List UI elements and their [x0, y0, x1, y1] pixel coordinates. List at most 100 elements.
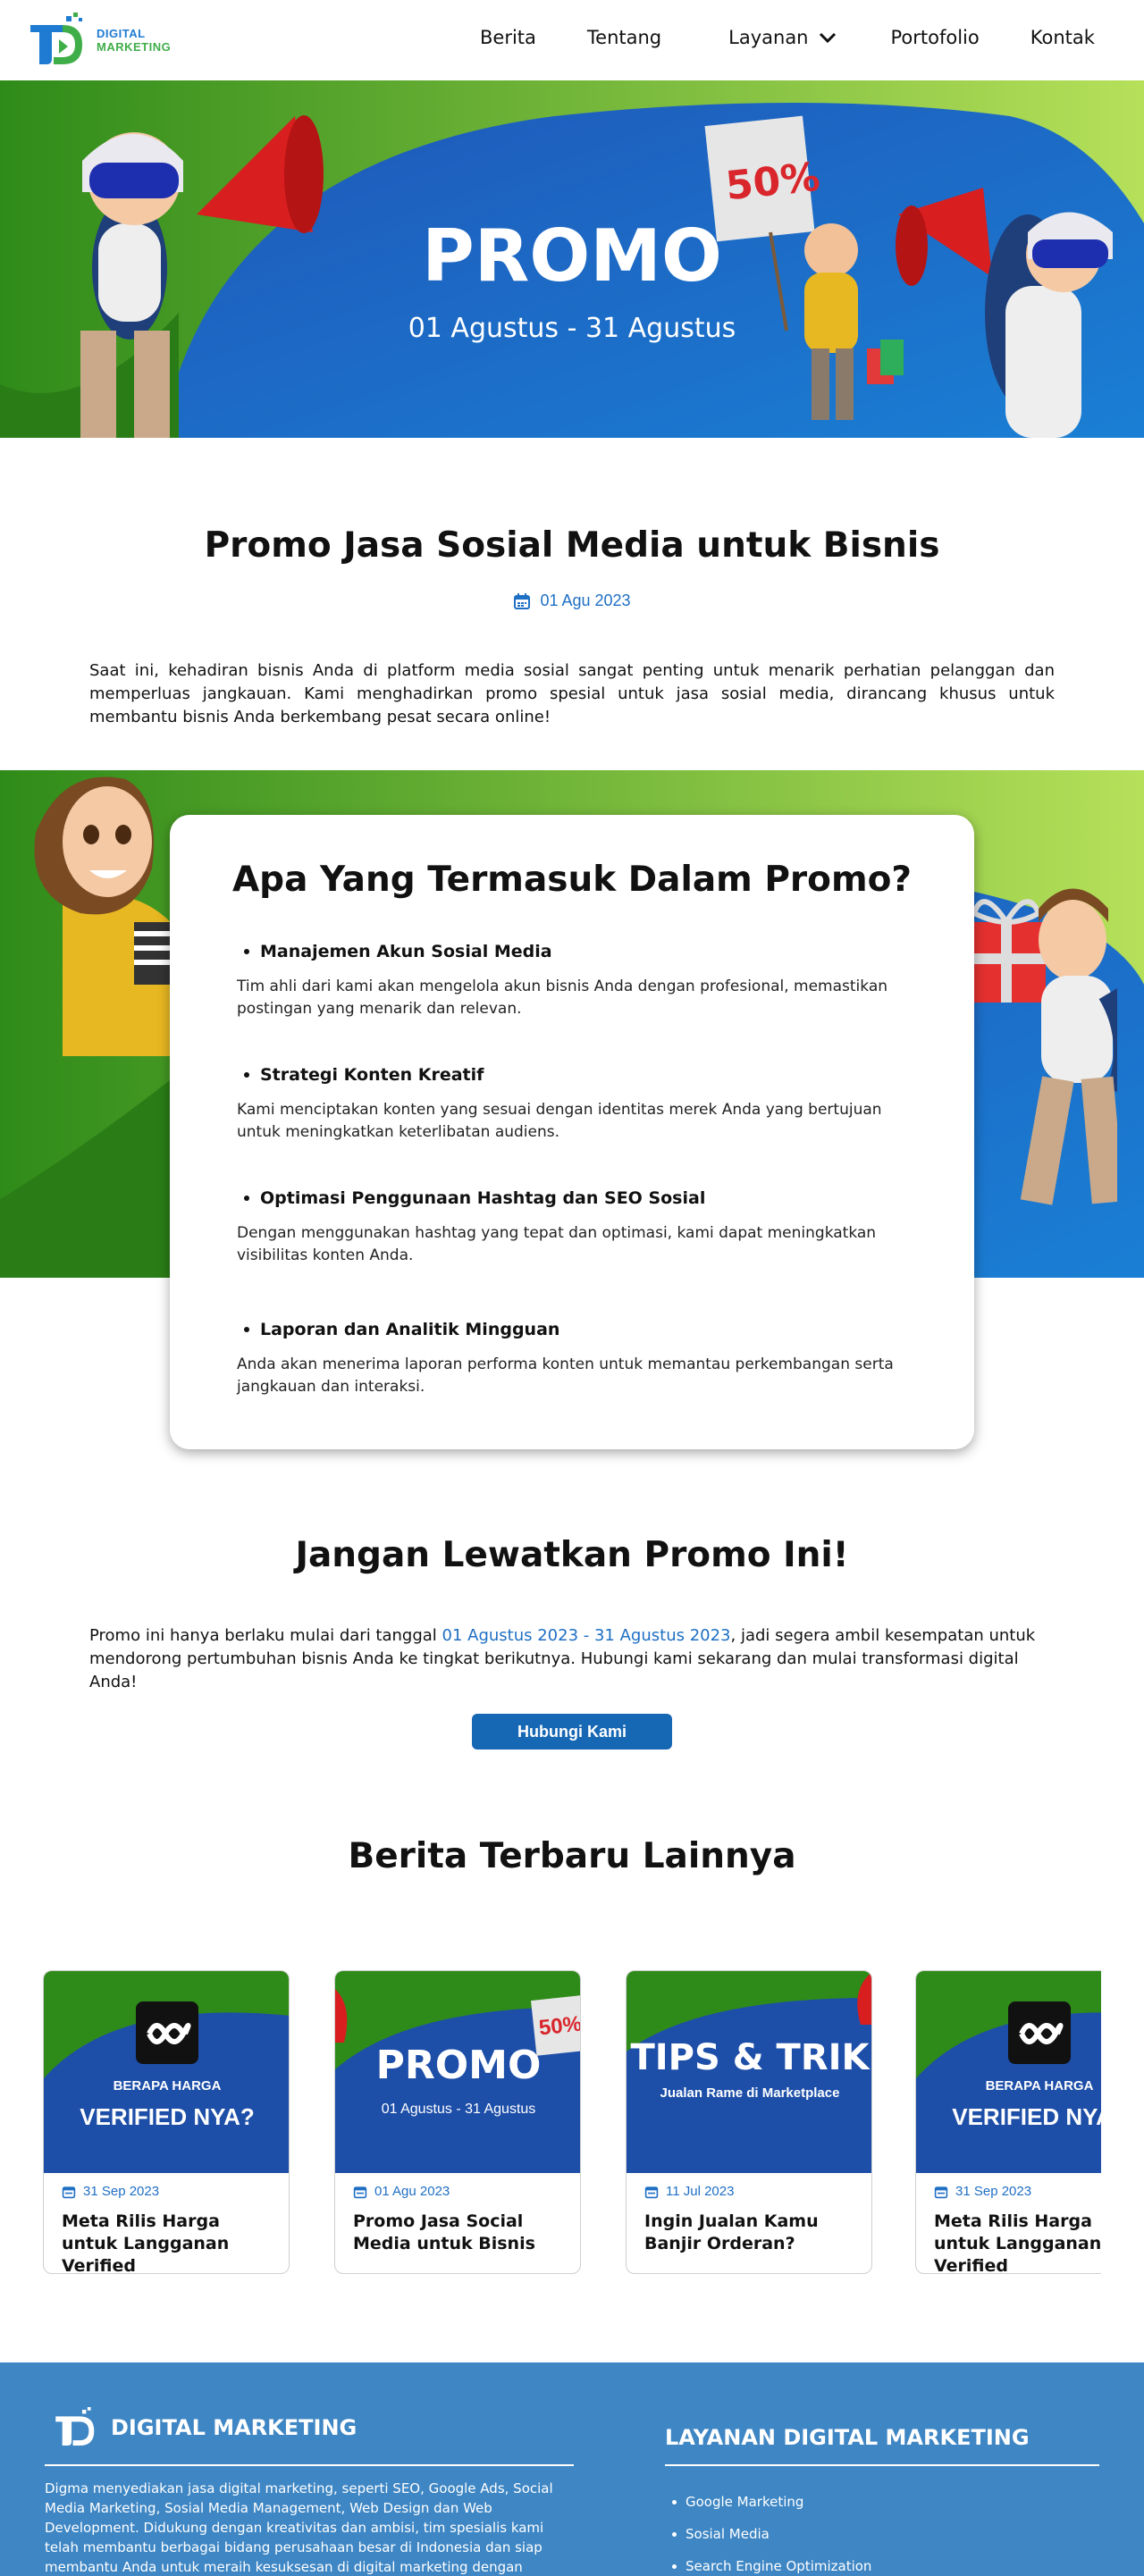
news-card[interactable]: BERAPA HARGA VERIFIED NYA? 31 Sep 2023 M…: [915, 1970, 1101, 2274]
article-date: 01 Agu 2023: [0, 592, 1144, 610]
news-thumbnail: 50% PROMO 01 Agustus - 31 Agustus: [335, 1971, 581, 2173]
article-intro: Saat ini, kehadiran bisnis Anda di platf…: [89, 661, 1055, 726]
promo-card: Apa Yang Termasuk Dalam Promo? Manajemen…: [170, 815, 974, 1449]
news-card[interactable]: BERAPA HARGA VERIFIED NYA? 31 Sep 2023 M…: [43, 1970, 290, 2274]
footer-service-link[interactable]: Sosial Media: [672, 2518, 871, 2550]
bullet-icon: [244, 1196, 249, 1201]
news-thumb-bg: [916, 1971, 1101, 2173]
feature-heading: Manajemen Akun Sosial Media: [244, 942, 898, 961]
hero-title: PROMO: [422, 214, 722, 298]
calendar-icon: [353, 2186, 367, 2198]
footer-divider: [45, 2464, 574, 2466]
bullet-icon: [244, 1327, 249, 1332]
feature-heading-text: Optimasi Penggunaan Hashtag dan SEO Sosi…: [260, 1188, 706, 1208]
news-thumbnail: BERAPA HARGA VERIFIED NYA?: [44, 1971, 289, 2173]
news-headline: Meta Rilis Harga untuk Langganan Verifie…: [62, 2211, 230, 2274]
bullet-icon: [672, 2563, 677, 2569]
news-thumb-big: VERIFIED NYA?: [80, 2103, 255, 2130]
feature-heading: Strategi Konten Kreatif: [244, 1065, 898, 1085]
news-thumb-sign: 50%: [537, 2011, 581, 2041]
footer-brand: DIGITAL MARKETING: [111, 2415, 358, 2440]
nav-berita[interactable]: Berita: [480, 27, 536, 48]
footer-service-label: Sosial Media: [686, 2526, 770, 2542]
feature-item: Manajemen Akun Sosial Media Tim ahli dar…: [237, 942, 898, 1020]
news-date: 31 Sep 2023: [934, 2184, 1031, 2199]
news-date: 11 Jul 2023: [644, 2184, 734, 2199]
cta-text: Promo ini hanya berlaku mulai dari tangg…: [89, 1624, 1055, 1694]
feature-heading-text: Manajemen Akun Sosial Media: [260, 942, 552, 961]
logo-text: DIGITAL MARKETING: [97, 27, 171, 54]
nav-layanan-label: Layanan: [728, 27, 809, 48]
news-thumbnail: BERAPA HARGA VERIFIED NYA?: [916, 1971, 1101, 2173]
cta-date-range: 01 Agustus 2023 - 31 Agustus 2023: [442, 1626, 731, 1645]
bullet-icon: [244, 1072, 249, 1078]
nav-layanan[interactable]: Layanan: [728, 27, 837, 48]
bullet-icon: [244, 949, 249, 954]
hero-banner: 50% PROMO 01 Agustus - 31 Agustus: [0, 80, 1144, 438]
chevron-down-icon: [819, 32, 836, 44]
site-logo[interactable]: DIGITAL MARKETING: [27, 13, 171, 68]
feature-heading: Optimasi Penggunaan Hashtag dan SEO Sosi…: [244, 1188, 898, 1208]
feature-heading: Laporan dan Analitik Mingguan: [244, 1320, 898, 1339]
news-thumb-small: 01 Agustus - 31 Agustus: [381, 2102, 536, 2117]
logo-icon: [30, 13, 82, 64]
footer-service-link[interactable]: Google Marketing: [672, 2486, 871, 2518]
bullet-icon: [672, 2499, 677, 2505]
feature-item: Strategi Konten Kreatif Kami menciptakan…: [237, 1065, 898, 1144]
footer-services-heading: LAYANAN DIGITAL MARKETING: [665, 2425, 1030, 2450]
footer-description: Digma menyediakan jasa digital marketing…: [45, 2480, 553, 2575]
footer-service-link[interactable]: Search Engine Optimization: [672, 2550, 871, 2576]
nav-tentang[interactable]: Tentang: [587, 27, 661, 48]
news-headline: Meta Rilis Harga untuk Langganan Verifie…: [934, 2211, 1101, 2274]
news-card[interactable]: 50% PROMO 01 Agustus - 31 Agustus 01 Agu…: [334, 1970, 581, 2274]
article-title: Promo Jasa Sosial Media untuk Bisnis: [204, 525, 940, 566]
footer-logo[interactable]: DIGITAL MARKETING: [52, 2407, 357, 2448]
news-date-text: 31 Sep 2023: [955, 2184, 1032, 2199]
feature-item: Laporan dan Analitik Mingguan Anda akan …: [237, 1320, 898, 1398]
feature-text: Anda akan menerima laporan performa kont…: [237, 1355, 894, 1396]
main-menu: Berita Tentang Layanan Portofolio Kontak: [480, 27, 1095, 48]
top-navbar: DIGITAL MARKETING Berita Tentang Layanan…: [0, 0, 1144, 80]
feature-heading-text: Strategi Konten Kreatif: [260, 1065, 484, 1085]
nav-kontak[interactable]: Kontak: [1030, 27, 1095, 48]
promo-card-title: Apa Yang Termasuk Dalam Promo?: [231, 860, 913, 900]
news-thumb-small: BERAPA HARGA: [985, 2078, 1094, 2094]
news-thumbnail: TIPS & TRIK Jualan Rame di Marketplace: [627, 1971, 871, 2173]
news-thumb-big: PROMO: [375, 2043, 542, 2088]
calendar-icon: [514, 592, 531, 609]
hero-subtitle: 01 Agustus - 31 Agustus: [408, 313, 736, 344]
news-carousel: BERAPA HARGA VERIFIED NYA? 31 Sep 2023 M…: [43, 1970, 1101, 2274]
news-date-text: 31 Sep 2023: [83, 2184, 160, 2199]
logo-line2: MARKETING: [97, 40, 172, 54]
news-thumb-big: TIPS & TRIK: [630, 2037, 870, 2078]
logo-line1: DIGITAL: [97, 27, 146, 40]
nav-portofolio[interactable]: Portofolio: [891, 27, 980, 48]
calendar-icon: [62, 2186, 76, 2198]
feature-text: Dengan menggunakan hashtag yang tepat da…: [237, 1224, 877, 1264]
logo-icon: [55, 2407, 95, 2446]
news-date: 31 Sep 2023: [62, 2184, 159, 2199]
news-thumb-small: Jualan Rame di Marketplace: [660, 2085, 840, 2101]
calendar-icon: [644, 2186, 659, 2198]
feature-heading-text: Laporan dan Analitik Mingguan: [260, 1320, 560, 1339]
news-thumb-small: BERAPA HARGA: [113, 2078, 222, 2094]
cta-title: Jangan Lewatkan Promo Ini!: [295, 1535, 849, 1575]
footer-service-label: Google Marketing: [686, 2494, 804, 2510]
article-date-text: 01 Agu 2023: [540, 592, 631, 609]
footer-divider: [665, 2464, 1099, 2466]
news-thumb-big: VERIFIED NYA?: [952, 2103, 1101, 2130]
news-date: 01 Agu 2023: [353, 2184, 450, 2199]
news-headline: Promo Jasa Social Media untuk Bisnis: [353, 2211, 535, 2253]
bullet-icon: [672, 2531, 677, 2537]
cta-text-before: Promo ini hanya berlaku mulai dari tangg…: [89, 1626, 442, 1645]
news-date-text: 01 Agu 2023: [374, 2184, 450, 2199]
feature-text: Kami menciptakan konten yang sesuai deng…: [237, 1101, 882, 1141]
news-section-title: Berita Terbaru Lainnya: [348, 1836, 796, 1876]
footer-service-label: Search Engine Optimization: [686, 2558, 872, 2574]
site-footer: DIGITAL MARKETING Digma menyediakan jasa…: [0, 2362, 1144, 2576]
news-date-text: 11 Jul 2023: [666, 2184, 735, 2199]
contact-us-button[interactable]: Hubungi Kami: [472, 1714, 672, 1749]
news-thumb-bg: [44, 1971, 289, 2173]
calendar-icon: [934, 2186, 948, 2198]
news-card[interactable]: TIPS & TRIK Jualan Rame di Marketplace 1…: [626, 1970, 872, 2274]
